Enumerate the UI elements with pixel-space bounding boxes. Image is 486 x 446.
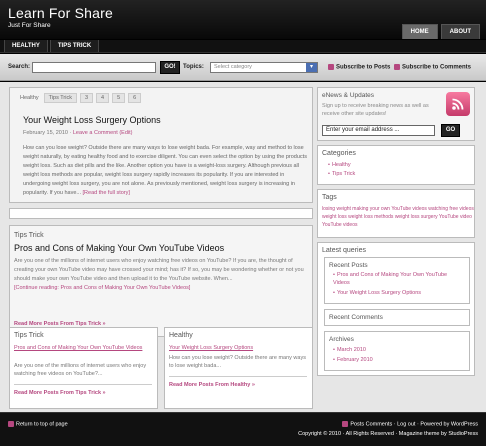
subscribe-comments-link[interactable]: Subscribe to Comments — [394, 64, 471, 71]
subscribe-posts-label: Subscribe to Posts — [336, 64, 391, 71]
section-label: Tips Trick — [14, 232, 44, 239]
healthy-box: Healthy Your Weight Loss Surgery Options… — [164, 327, 313, 409]
category-nav: HEALTHY TIPS TRICK — [0, 40, 486, 53]
latest-queries-widget: Latest queries Recent Posts Pros and Con… — [317, 242, 475, 376]
footer-links-text[interactable]: Posts Comments · Log out · Powered by Wo… — [350, 421, 478, 427]
post-excerpt: How can you lose weight? Outside there a… — [169, 355, 306, 369]
search-label: Search: — [8, 64, 31, 70]
widget-title: Categories — [322, 150, 356, 157]
post-excerpt-text: Are you one of the millions of internet … — [14, 258, 304, 283]
arrow-up-icon — [8, 421, 14, 427]
continue-reading-link[interactable]: [Continue reading: Pros and Cons of Maki… — [14, 285, 190, 291]
topics-label: Topics: — [183, 64, 204, 70]
archives-title: Archives — [329, 336, 354, 343]
search-input[interactable] — [32, 62, 156, 73]
archive-item[interactable]: February 2010 — [333, 355, 373, 365]
archives-box: Archives March 2010 February 2010 — [324, 331, 470, 371]
topic-select[interactable]: Select category ▾ — [210, 62, 318, 73]
category-item-healthy[interactable]: Healthy — [328, 161, 355, 170]
search-go-button[interactable]: GO! — [160, 61, 180, 74]
tab-home[interactable]: HOME — [401, 24, 438, 39]
recent-comments-title: Recent Comments — [329, 314, 383, 321]
section-label: Healthy — [169, 332, 193, 339]
chevron-down-icon[interactable]: ▾ — [306, 63, 317, 72]
divider — [14, 384, 152, 385]
featured-tab-6[interactable]: 6 — [128, 93, 142, 103]
newsletter-box: eNews & Updates Sign up to receive break… — [317, 87, 475, 141]
featured-meta: February 15, 2010 · Leave a Comment (Edi… — [23, 130, 133, 136]
recent-posts-title: Recent Posts — [329, 262, 368, 269]
recent-comments-box: Recent Comments — [324, 309, 470, 326]
post-excerpt: Are you one of the millions of internet … — [14, 257, 310, 293]
tag-cloud[interactable]: losing weight making your own YouTube vi… — [322, 205, 474, 229]
featured-post: Healthy Tips Trick 3 4 5 6 Your Weight L… — [9, 87, 313, 203]
featured-tab-4[interactable]: 4 — [96, 93, 110, 103]
category-list: Healthy Tips Trick — [328, 161, 355, 179]
post-date: February 15, 2010 — [23, 130, 68, 136]
featured-title[interactable]: Your Weight Loss Surgery Options — [23, 115, 161, 125]
more-posts-link[interactable]: Read More Posts From Healthy » — [169, 382, 255, 388]
featured-tab-5[interactable]: 5 — [112, 93, 126, 103]
featured-excerpt: How can you lose weight? Outside there a… — [23, 144, 308, 199]
archive-item[interactable]: March 2010 — [333, 345, 373, 355]
subscribe-posts-link[interactable]: Subscribe to Posts — [328, 64, 390, 71]
leave-comment-link[interactable]: Leave a Comment — [73, 130, 118, 136]
widget-title: Latest queries — [322, 247, 366, 254]
topic-select-value: Select category — [214, 64, 252, 70]
edit-link[interactable]: (Edit) — [119, 130, 132, 136]
post-title-link[interactable]: Your Weight Loss Surgery Options — [169, 344, 311, 352]
more-posts-link[interactable]: Read More Posts From Tips Trick » — [14, 390, 106, 396]
post-excerpt: Are you one of the millions of internet … — [14, 363, 147, 377]
rss-icon[interactable] — [446, 92, 470, 116]
newsletter-description: Sign up to receive breaking news as well… — [322, 103, 429, 117]
footer: Return to top of page Posts Comments · L… — [0, 412, 486, 446]
read-full-story-link[interactable]: [Read the full story] — [83, 190, 130, 196]
recent-posts-box: Recent Posts Pros and Cons of Making You… — [324, 257, 470, 304]
top-nav: HOME ABOUT — [401, 24, 480, 39]
recent-post-item[interactable]: Your Weight Loss Surgery Options — [333, 287, 463, 299]
nav-item-tips-trick[interactable]: TIPS TRICK — [49, 40, 100, 52]
newsletter-go-button[interactable]: GO — [441, 124, 460, 137]
rss-icon — [394, 64, 400, 70]
tags-widget: Tags losing weight making your own YouTu… — [317, 189, 475, 238]
featured-tab-healthy[interactable]: Healthy — [18, 94, 41, 102]
footer-links: Posts Comments · Log out · Powered by Wo… — [342, 421, 478, 427]
site-title[interactable]: Learn For Share — [8, 5, 113, 21]
newsletter-title: eNews & Updates — [322, 92, 375, 99]
recent-post-item[interactable]: Pros and Cons of Making Your Own YouTube… — [333, 271, 463, 287]
site-header: Learn For Share Just For Share HOME ABOU… — [0, 0, 486, 40]
post-title[interactable]: Pros and Cons of Making Your Own YouTube… — [14, 243, 224, 253]
archives-list: March 2010 February 2010 — [333, 345, 373, 365]
featured-tabs: Healthy Tips Trick 3 4 5 6 — [18, 93, 142, 103]
section-label: Tips Trick — [14, 332, 44, 339]
featured-tab-3[interactable]: 3 — [79, 93, 94, 103]
content-area: Healthy Tips Trick 3 4 5 6 Your Weight L… — [0, 82, 486, 412]
tips-trick-box: Tips Trick Pros and Cons of Making Your … — [9, 327, 158, 409]
categories-widget: Categories Healthy Tips Trick — [317, 145, 475, 185]
post-title-link[interactable]: Pros and Cons of Making Your Own YouTube… — [14, 344, 156, 352]
email-field[interactable]: Enter your email address ... — [322, 125, 435, 136]
rss-icon — [328, 64, 334, 70]
category-item-tips-trick[interactable]: Tips Trick — [328, 170, 355, 179]
widget-title: Tags — [322, 194, 337, 201]
site-description: Just For Share — [8, 22, 51, 29]
return-top-link[interactable]: Return to top of page — [8, 421, 68, 427]
search-bar: Search: GO! Topics: Select category ▾ Su… — [0, 54, 486, 81]
featured-tab-tips-trick[interactable]: Tips Trick — [43, 93, 77, 103]
return-top-label: Return to top of page — [16, 421, 68, 428]
tips-trick-section: Tips Trick Pros and Cons of Making Your … — [9, 225, 313, 337]
divider-panel — [9, 208, 313, 219]
recent-posts-list: Pros and Cons of Making Your Own YouTube… — [333, 271, 463, 299]
divider — [169, 376, 307, 377]
tab-about[interactable]: ABOUT — [440, 24, 480, 39]
nav-item-healthy[interactable]: HEALTHY — [4, 40, 48, 52]
subscribe-comments-label: Subscribe to Comments — [402, 64, 472, 71]
rss-icon — [342, 421, 349, 427]
featured-excerpt-text: How can you lose weight? Outside there a… — [23, 145, 307, 197]
copyright: Copyright © 2010 · All Rights Reserved ·… — [298, 431, 478, 437]
